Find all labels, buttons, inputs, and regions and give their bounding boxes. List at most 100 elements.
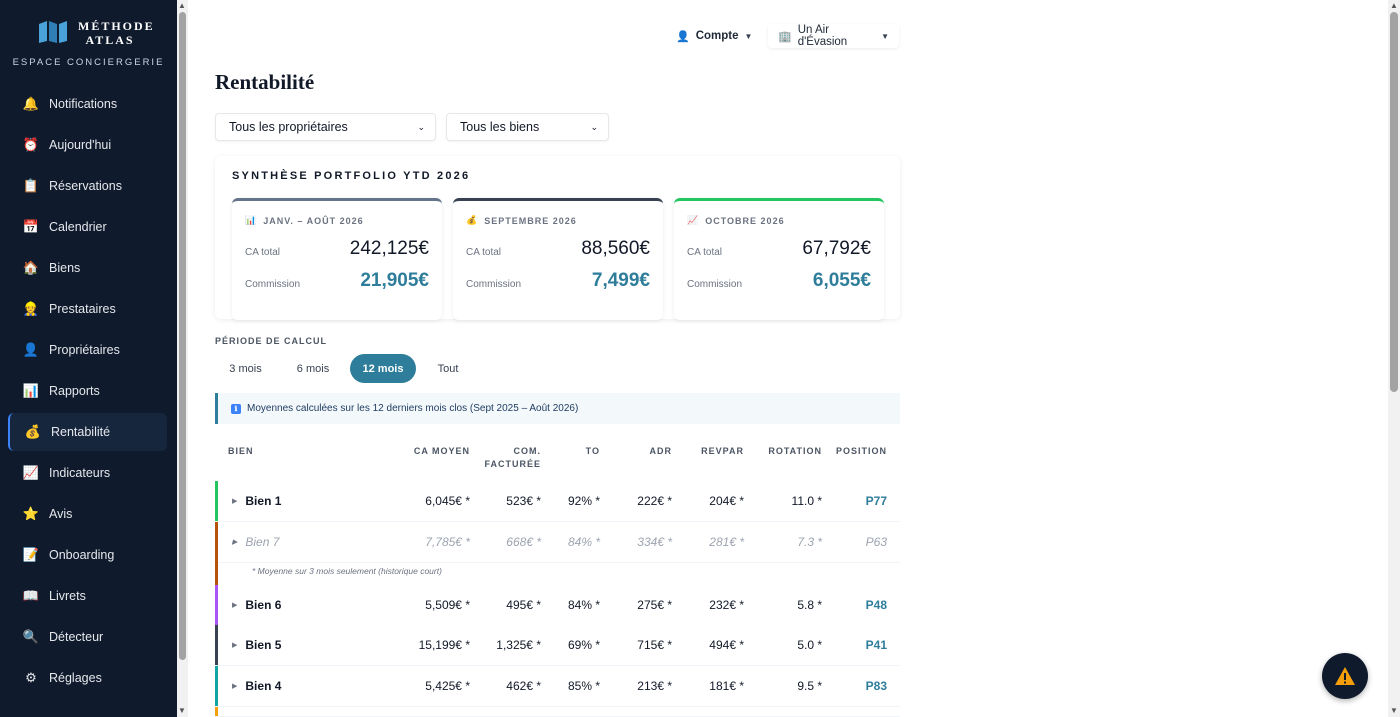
table-row[interactable]: ▶ Bien 4 5,425€ * 462€ * 85% * 213€ * 181€ * 9.… [215, 666, 900, 707]
sidebar-item-label: Réglages [49, 671, 102, 685]
cell-ca: 5,425€ * [425, 679, 470, 693]
sidebar-item-d-tecteur[interactable]: 🔍 Détecteur [8, 618, 167, 656]
caret-down-icon: ▼ [881, 31, 889, 41]
sidebar-item-r-glages[interactable]: ⚙ Réglages [8, 659, 167, 697]
expand-triangle-icon[interactable]: ▶ [232, 682, 237, 690]
cell-rotation: 5.0 * [797, 638, 822, 652]
kpi-card: 📊 JANV. – AOÛT 2026 CA total 242,125€ Commis… [232, 198, 442, 320]
cell-adr: 334€ * [637, 535, 672, 549]
warning-icon [1335, 667, 1355, 685]
brand[interactable]: MÉTHODE ATLAS ESPACE CONCIERGERIE [0, 0, 177, 80]
checklist-icon: 📝 [22, 547, 40, 562]
col-header-revpar[interactable]: REVPAR [690, 445, 744, 458]
col-header-commission[interactable]: COM. FACTURÉE [480, 445, 541, 471]
table-row[interactable]: ▶ Bien 5 15,199€ * 1,325€ * 69% * 715€ * 494€ … [215, 625, 900, 666]
short-history-note: * Moyenne sur 3 mois seulement (historiq… [215, 562, 900, 585]
cell-revpar: 204€ * [709, 494, 744, 508]
building-icon: 🏢 [778, 30, 792, 43]
cell-revpar: 494€ * [709, 638, 744, 652]
row-color-bar [215, 585, 218, 625]
brand-name-line2: ATLAS [85, 33, 135, 47]
summary-title: SYNTHÈSE PORTFOLIO YTD 2026 [232, 170, 471, 182]
expand-triangle-icon[interactable]: ▶ [232, 641, 237, 649]
cell-revpar: 181€ * [709, 679, 744, 693]
cell-position: P41 [865, 638, 887, 652]
sidebar-scroll-thumb[interactable] [179, 12, 186, 660]
sidebar-item-biens[interactable]: 🏠 Biens [8, 249, 167, 287]
cell-position: P48 [865, 598, 887, 612]
col-header-bien[interactable]: BIEN [228, 445, 254, 458]
sidebar-item-rapports[interactable]: 📊 Rapports [8, 372, 167, 410]
sidebar-item-label: Calendrier [49, 220, 107, 234]
period-option[interactable]: 12 mois [350, 354, 416, 383]
property-switcher[interactable]: 🏢 Un Air d'Évasion ▼ [768, 24, 899, 48]
cell-adr: 715€ * [637, 638, 672, 652]
cell-revpar: 232€ * [709, 598, 744, 612]
sidebar-item-indicateurs[interactable]: 📈 Indicateurs [8, 454, 167, 492]
property-name[interactable]: ▶ Bien 4 [232, 679, 281, 693]
brand-name-line1: MÉTHODE [78, 19, 155, 33]
scroll-down-arrow-icon[interactable]: ▼ [178, 706, 186, 715]
sidebar-item-rentabilit-[interactable]: 💰 Rentabilité [8, 413, 167, 451]
sidebar-item-propri-taires[interactable]: 👤 Propriétaires [8, 331, 167, 369]
sidebar-item-r-servations[interactable]: 📋 Réservations [8, 167, 167, 205]
table-row[interactable]: ▶ Bien 1 6,045€ * 523€ * 92% * 222€ * 204€ * 11… [215, 481, 900, 522]
property-name[interactable]: ▶ Bien 1 [232, 494, 281, 508]
kpi-commission-value: 21,905€ [360, 270, 429, 291]
page-scrollbar[interactable]: ▲ ▼ [1388, 0, 1400, 717]
sidebar: MÉTHODE ATLAS ESPACE CONCIERGERIE 🔔 Notif… [0, 0, 177, 717]
period-option[interactable]: 3 mois [215, 354, 276, 383]
col-header-ca-moyen[interactable]: CA MOYEN [400, 445, 470, 458]
sidebar-item-label: Notifications [49, 97, 118, 111]
page-scroll-thumb[interactable] [1390, 12, 1398, 392]
expand-triangle-icon[interactable]: ▶ [232, 538, 237, 546]
sidebar-item-onboarding[interactable]: 📝 Onboarding [8, 536, 167, 574]
map-logo-icon [39, 21, 67, 43]
cell-ca: 7,785€ * [425, 535, 470, 549]
scroll-up-arrow-icon[interactable]: ▲ [178, 1, 186, 10]
col-header-rotation[interactable]: ROTATION [762, 445, 822, 458]
col-header-position[interactable]: POSITION [830, 445, 887, 458]
property-name-label: Bien 4 [245, 679, 282, 693]
account-menu[interactable]: 👤 Compte ▼ [668, 24, 760, 48]
kpi-commission-label: Commission [687, 279, 743, 290]
period-option[interactable]: Tout [423, 354, 473, 383]
cell-rotation: 11.0 * [791, 494, 822, 508]
alert-fab-button[interactable] [1322, 653, 1368, 699]
cell-adr: 275€ * [637, 598, 672, 612]
table-row[interactable]: ▶ Bien 7 7,785€ * 668€ * 84% * 334€ * 281€ * 7.… [215, 522, 900, 563]
sidebar-item-label: Biens [49, 261, 81, 275]
col-header-to[interactable]: TO [560, 445, 600, 458]
property-name[interactable]: ▶ Bien 5 [232, 638, 281, 652]
gear-icon: ⚙ [25, 670, 37, 685]
scroll-up-arrow-icon[interactable]: ▲ [1390, 1, 1398, 10]
expand-triangle-icon[interactable]: ▶ [232, 601, 237, 609]
table-row[interactable]: ▶ Bien 6 5,509€ * 495€ * 84% * 275€ * 232€ * 5.… [215, 585, 900, 626]
period-option[interactable]: 6 mois [282, 354, 344, 383]
property-name[interactable]: ▶ Bien 7 [232, 535, 279, 549]
kpi-ca-label: CA total [466, 247, 502, 258]
sidebar-item-livrets[interactable]: 📖 Livrets [8, 577, 167, 615]
sidebar-item-aujourd-hui[interactable]: ⏰ Aujourd'hui [8, 126, 167, 164]
trend-chart-icon: 📈 [22, 465, 40, 480]
sidebar-item-prestataires[interactable]: 👷 Prestataires [8, 290, 167, 328]
kpi-period-label: OCTOBRE 2026 [705, 215, 785, 226]
scroll-down-arrow-icon[interactable]: ▼ [1390, 706, 1398, 715]
col-header-adr[interactable]: ADR [620, 445, 672, 458]
cell-ca: 15,199€ * [418, 638, 470, 652]
owner-select[interactable]: Tous les propriétaires ⌄ [215, 113, 436, 141]
sidebar-item-label: Onboarding [49, 548, 115, 562]
sidebar-item-notifications[interactable]: 🔔 Notifications [8, 85, 167, 123]
cell-position: P83 [865, 679, 887, 693]
sidebar-item-label: Rentabilité [51, 425, 111, 439]
calendar-icon: 📅 [22, 219, 40, 234]
sidebar-scrollbar[interactable]: ▲ ▼ [177, 0, 188, 717]
property-select[interactable]: Tous les biens ⌄ [446, 113, 609, 141]
bell-icon: 🔔 [22, 96, 40, 111]
table-row-partial [215, 707, 900, 717]
sidebar-item-avis[interactable]: ⭐ Avis [8, 495, 167, 533]
property-name[interactable]: ▶ Bien 6 [232, 598, 281, 612]
expand-triangle-icon[interactable]: ▶ [232, 497, 237, 505]
sidebar-item-calendrier[interactable]: 📅 Calendrier [8, 208, 167, 246]
worker-icon: 👷 [22, 301, 40, 316]
